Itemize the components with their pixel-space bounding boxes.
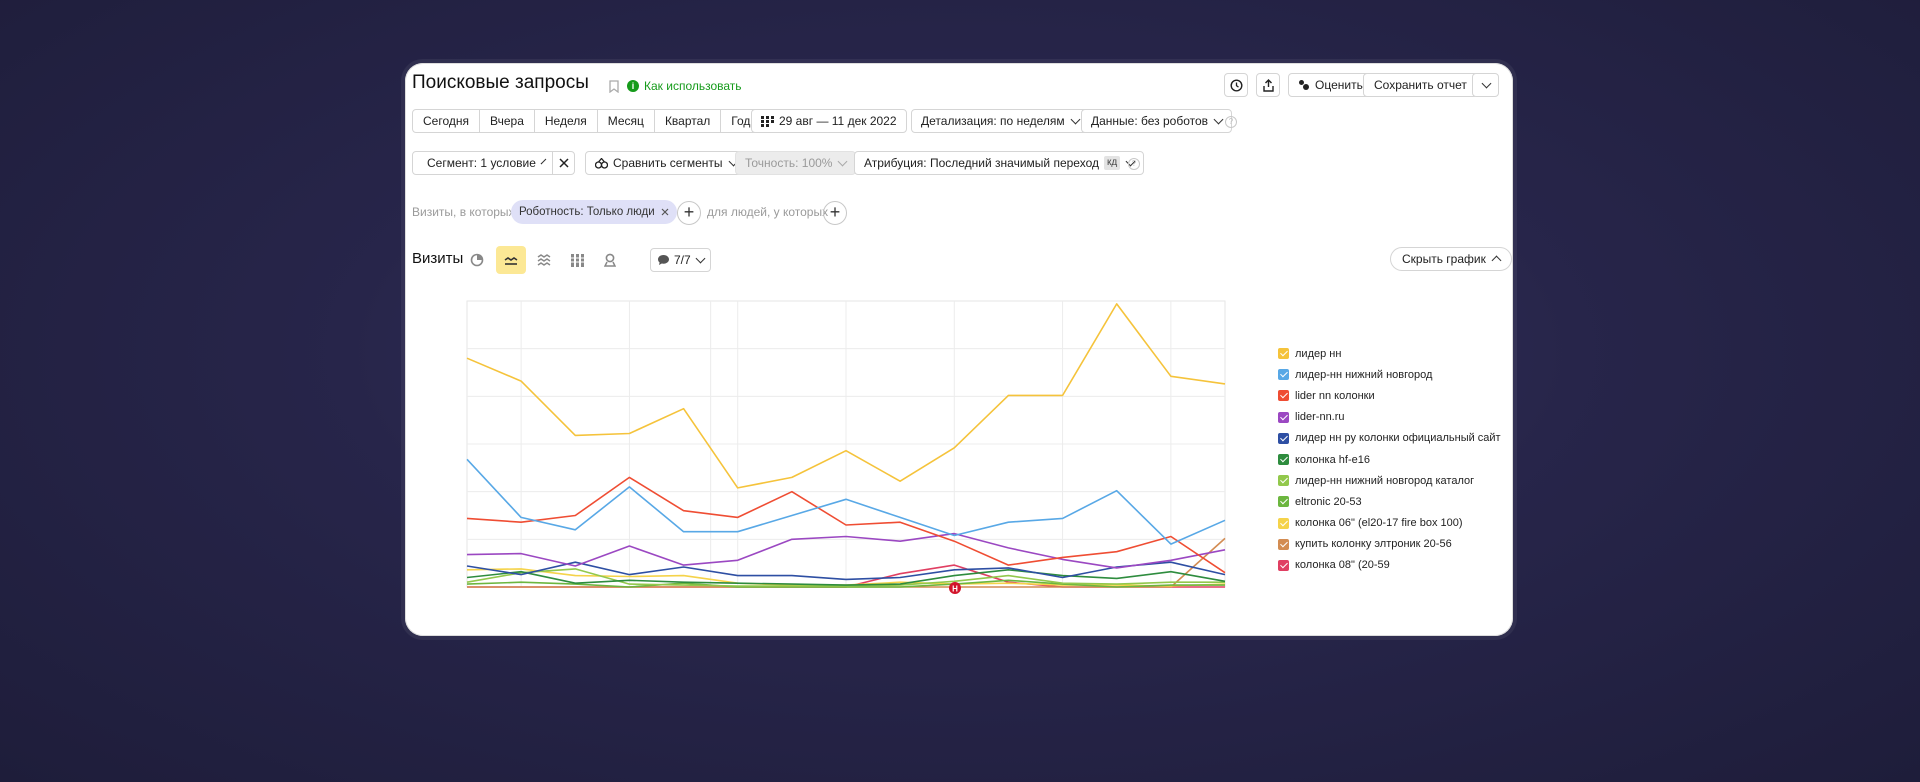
- checkbox-icon[interactable]: [1278, 559, 1289, 571]
- legend-label: lider nn колонки: [1295, 389, 1375, 402]
- report-card: Поисковые запросы i Как использовать Оце…: [405, 63, 1513, 636]
- legend-item[interactable]: лидер нн: [1278, 343, 1501, 364]
- legend-label: купить колонку элтроник 20-56: [1295, 538, 1452, 551]
- legend-item[interactable]: колонка hf-e16: [1278, 449, 1501, 470]
- save-options-button[interactable]: [1472, 73, 1499, 97]
- legend-label: лидер-нн нижний новгород: [1295, 368, 1433, 381]
- legend-label: eltronic 20-53: [1295, 495, 1362, 508]
- legend-item[interactable]: колонка 08" (20-59: [1278, 555, 1501, 576]
- checkbox-icon[interactable]: [1278, 369, 1289, 381]
- checkbox-icon[interactable]: [1278, 454, 1289, 466]
- chart-grid: [466, 300, 1226, 588]
- legend-label: лидер нн: [1295, 347, 1342, 360]
- checkbox-icon[interactable]: [1278, 348, 1289, 360]
- checkbox-icon[interactable]: [1278, 496, 1289, 508]
- legend-item[interactable]: купить колонку элтроник 20-56: [1278, 534, 1501, 555]
- chevron-down-icon: [1481, 78, 1492, 88]
- legend-item[interactable]: лидер-нн нижний новгород: [1278, 364, 1501, 385]
- checkbox-icon[interactable]: [1278, 432, 1289, 444]
- annotation-marker-label: Н: [952, 585, 958, 594]
- visits-line-chart: Н: [466, 300, 1226, 594]
- legend-label: колонка hf-e16: [1295, 453, 1370, 466]
- annotation-marker[interactable]: Н: [949, 582, 961, 594]
- rate-icon: [1299, 80, 1309, 90]
- legend-item[interactable]: лидер нн ру колонки официальный сайт: [1278, 428, 1501, 449]
- checkbox-icon[interactable]: [1278, 411, 1289, 423]
- chevron-up-icon: [1491, 255, 1502, 266]
- save-report-button[interactable]: Сохранить отчет: [1363, 73, 1478, 97]
- legend-label: lider-nn.ru: [1295, 411, 1345, 424]
- rate-label: Оценить: [1315, 78, 1363, 92]
- legend-label: лидер нн ру колонки официальный сайт: [1295, 432, 1501, 445]
- hide-chart-button[interactable]: Скрыть график: [1390, 247, 1512, 271]
- legend-item[interactable]: колонка 06" (el20-17 fire box 100): [1278, 513, 1501, 534]
- hide-chart-label: Скрыть график: [1402, 252, 1486, 266]
- legend-item[interactable]: lider nn колонки: [1278, 385, 1501, 406]
- legend-label: лидер-нн нижний новгород каталог: [1295, 474, 1475, 487]
- rate-button[interactable]: Оценить: [1288, 73, 1373, 97]
- save-report-label: Сохранить отчет: [1374, 78, 1467, 92]
- checkbox-icon[interactable]: [1278, 475, 1289, 487]
- checkbox-icon[interactable]: [1278, 390, 1289, 402]
- legend-label: колонка 06" (el20-17 fire box 100): [1295, 517, 1463, 530]
- legend-label: колонка 08" (20-59: [1295, 559, 1390, 572]
- checkbox-icon[interactable]: [1278, 538, 1289, 550]
- checkbox-icon[interactable]: [1278, 517, 1289, 529]
- legend-item[interactable]: лидер-нн нижний новгород каталог: [1278, 470, 1501, 491]
- legend-item[interactable]: eltronic 20-53: [1278, 491, 1501, 512]
- legend-item[interactable]: lider-nn.ru: [1278, 407, 1501, 428]
- chart-legend: лидер нн лидер-нн нижний новгород lider nn…: [1278, 343, 1501, 576]
